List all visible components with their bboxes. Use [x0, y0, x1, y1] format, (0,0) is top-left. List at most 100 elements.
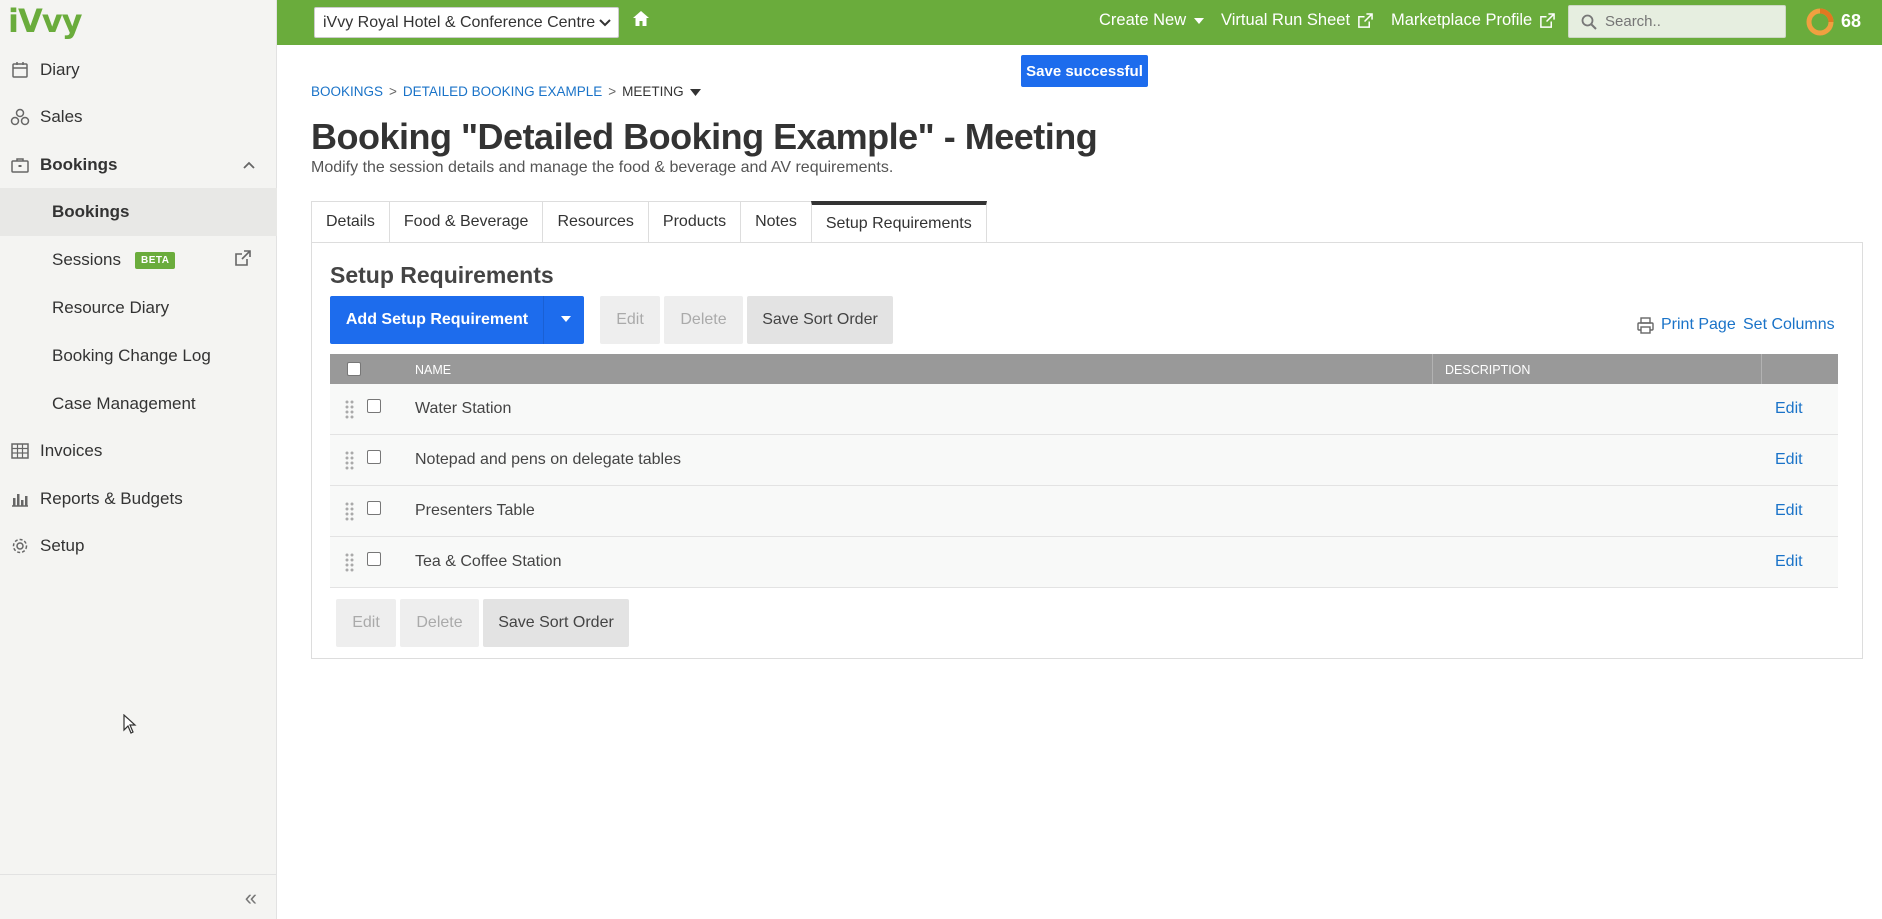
- row-edit-link[interactable]: Edit: [1775, 502, 1803, 520]
- sales-icon: [9, 106, 31, 128]
- page-title: Booking "Detailed Booking Example" - Mee…: [311, 116, 1098, 157]
- caret-down-icon: [1194, 17, 1205, 24]
- search-input[interactable]: [1605, 13, 1775, 30]
- tab-setup-requirements[interactable]: Setup Requirements: [810, 201, 987, 244]
- external-link-icon: [1540, 12, 1556, 28]
- external-link-icon[interactable]: [234, 250, 251, 272]
- row-edit-link[interactable]: Edit: [1775, 400, 1803, 418]
- tab-resources[interactable]: Resources: [542, 201, 648, 243]
- tab-products[interactable]: Products: [647, 201, 741, 243]
- print-page-label: Print Page: [1661, 316, 1736, 333]
- sidebar-item-label: Diary: [40, 60, 80, 79]
- sidebar-item-setup[interactable]: Setup: [0, 523, 277, 569]
- edit-button-bottom[interactable]: Edit: [336, 599, 396, 647]
- tab-notes[interactable]: Notes: [740, 201, 811, 243]
- print-page-link[interactable]: Print Page: [1637, 316, 1736, 334]
- table-row: Notepad and pens on delegate tables Edit: [330, 435, 1838, 486]
- chevron-up-icon[interactable]: [243, 156, 255, 174]
- caret-down-icon[interactable]: [689, 84, 701, 99]
- mouse-cursor-icon: [123, 714, 137, 734]
- drag-handle-icon[interactable]: [345, 399, 354, 419]
- sidebar-item-sales[interactable]: Sales: [0, 94, 277, 140]
- tab-details[interactable]: Details: [311, 201, 389, 243]
- row-name: Water Station: [415, 400, 512, 417]
- sidebar-item-invoices[interactable]: Invoices: [0, 428, 277, 474]
- breadcrumb-separator: >: [608, 84, 617, 99]
- save-successful-toast: Save successful: [1021, 55, 1148, 87]
- table-header: NAME DESCRIPTION: [330, 354, 1838, 384]
- delete-button-top[interactable]: Delete: [664, 296, 743, 344]
- sidebar-item-reports[interactable]: Reports & Budgets: [0, 476, 277, 522]
- home-icon[interactable]: [632, 10, 650, 32]
- sidebar-subitem-case-management[interactable]: Case Management: [0, 380, 277, 428]
- button-divider: [543, 296, 544, 344]
- row-edit-link[interactable]: Edit: [1775, 553, 1803, 571]
- sidebar-subitem-sessions[interactable]: Sessions BETA: [0, 236, 277, 284]
- sidebar-item-bookings[interactable]: Bookings: [0, 142, 277, 188]
- add-setup-requirement-label: Add Setup Requirement: [345, 311, 529, 328]
- save-sort-order-button-bottom[interactable]: Save Sort Order: [483, 599, 629, 647]
- marketplace-profile-link[interactable]: Marketplace Profile: [1391, 11, 1556, 30]
- sidebar-subitem-label: Sessions: [52, 250, 121, 269]
- setup-requirements-table: NAME DESCRIPTION Water Station Edit Note…: [330, 354, 1838, 588]
- venue-select[interactable]: iVvy Royal Hotel & Conference Centre: [314, 7, 619, 38]
- row-name: Tea & Coffee Station: [415, 553, 562, 570]
- beta-badge: BETA: [134, 251, 176, 269]
- set-columns-link[interactable]: Set Columns: [1743, 316, 1835, 334]
- virtual-run-sheet-label: Virtual Run Sheet: [1221, 11, 1351, 29]
- sidebar-item-label: Sales: [40, 107, 83, 126]
- collapse-sidebar-icon[interactable]: «: [245, 885, 257, 911]
- row-checkbox[interactable]: [367, 399, 381, 413]
- search-box[interactable]: [1568, 5, 1786, 38]
- row-checkbox[interactable]: [367, 501, 381, 515]
- top-bar: iVvy Royal Hotel & Conference Centre Cre…: [277, 0, 1882, 45]
- venue-select-value: iVvy Royal Hotel & Conference Centre: [323, 13, 596, 31]
- table-row: Water Station Edit: [330, 384, 1838, 435]
- select-all-checkbox[interactable]: [347, 362, 361, 376]
- marketplace-profile-label: Marketplace Profile: [1391, 11, 1533, 29]
- breadcrumb-bookings[interactable]: BOOKINGS: [311, 84, 383, 99]
- virtual-run-sheet-link[interactable]: Virtual Run Sheet: [1221, 11, 1373, 30]
- printer-icon: [1637, 316, 1654, 334]
- row-name: Notepad and pens on delegate tables: [415, 451, 681, 468]
- add-setup-requirement-button[interactable]: Add Setup Requirement: [330, 296, 584, 344]
- sidebar-item-label: Reports & Budgets: [40, 489, 183, 508]
- ivvy-logo[interactable]: iVvy: [8, 2, 82, 40]
- row-edit-link[interactable]: Edit: [1775, 451, 1803, 469]
- notification-count[interactable]: 68: [1841, 11, 1861, 32]
- caret-down-icon[interactable]: [560, 315, 572, 323]
- breadcrumb-booking[interactable]: DETAILED BOOKING EXAMPLE: [403, 84, 602, 99]
- gear-icon: [9, 535, 31, 557]
- tab-food-beverage[interactable]: Food & Beverage: [388, 201, 543, 243]
- edit-button-top[interactable]: Edit: [600, 296, 660, 344]
- row-name: Presenters Table: [415, 502, 535, 519]
- save-sort-order-button-top[interactable]: Save Sort Order: [747, 296, 893, 344]
- chevron-down-icon: [598, 14, 612, 37]
- row-checkbox[interactable]: [367, 450, 381, 464]
- sidebar-subitem-booking-change-log[interactable]: Booking Change Log: [0, 332, 277, 380]
- briefcase-icon: [9, 154, 31, 176]
- tab-bar: Details Food & Beverage Resources Produc…: [311, 201, 987, 244]
- external-link-icon: [1358, 12, 1373, 28]
- page-subtitle: Modify the session details and manage th…: [311, 159, 894, 176]
- column-header-description[interactable]: DESCRIPTION: [1445, 363, 1530, 377]
- column-header-name[interactable]: NAME: [415, 363, 451, 377]
- breadcrumb: BOOKINGS > DETAILED BOOKING EXAMPLE > ME…: [311, 84, 701, 99]
- sidebar-subitem-bookings[interactable]: Bookings: [0, 188, 277, 236]
- table-row: Tea & Coffee Station Edit: [330, 537, 1838, 588]
- delete-button-bottom[interactable]: Delete: [400, 599, 479, 647]
- row-checkbox[interactable]: [367, 552, 381, 566]
- calendar-icon: [9, 59, 31, 81]
- drag-handle-icon[interactable]: [345, 450, 354, 470]
- search-icon: [1581, 14, 1597, 30]
- create-new-menu[interactable]: Create New: [1099, 11, 1205, 30]
- progress-ring-icon[interactable]: [1805, 7, 1835, 37]
- sidebar: iVvy Diary Sales Bookings Bookings Sessi…: [0, 0, 277, 919]
- sidebar-subitem-label: Bookings: [52, 202, 130, 221]
- column-divider: [1432, 354, 1433, 384]
- sidebar-item-diary[interactable]: Diary: [0, 47, 277, 93]
- sidebar-subitem-resource-diary[interactable]: Resource Diary: [0, 284, 277, 332]
- column-divider: [1761, 354, 1762, 384]
- drag-handle-icon[interactable]: [345, 501, 354, 521]
- drag-handle-icon[interactable]: [345, 552, 354, 572]
